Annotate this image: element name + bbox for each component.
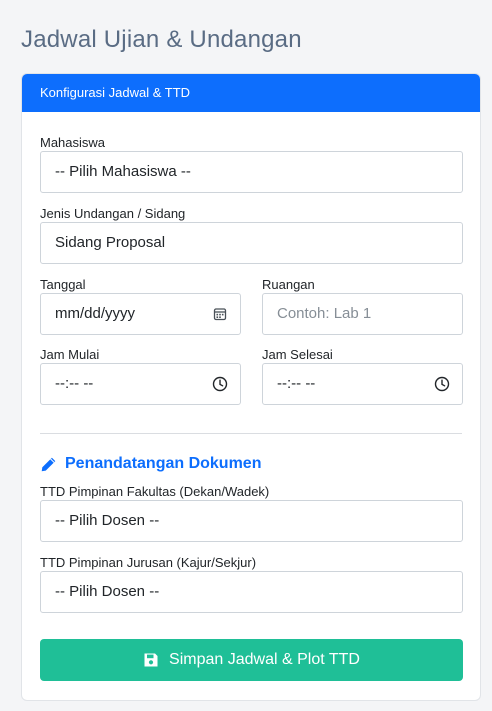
calendar-icon[interactable]: [212, 306, 228, 322]
ttd-fakultas-label: TTD Pimpinan Fakultas (Dekan/Wadek): [40, 484, 270, 499]
jam-mulai-input-placeholder: --:-- --: [55, 375, 94, 392]
jam-selesai-input[interactable]: --:-- --: [262, 363, 463, 405]
jam-mulai-input[interactable]: --:-- --: [40, 363, 241, 405]
signatures-title-text: Penandatangan Dokumen: [65, 455, 262, 472]
card-header: Konfigurasi Jadwal & TTD: [22, 74, 480, 112]
jam-selesai-label: Jam Selesai: [262, 347, 333, 362]
mahasiswa-select-value: -- Pilih Mahasiswa --: [55, 163, 191, 180]
jenis-select-value: Sidang Proposal: [55, 234, 166, 251]
signatures-section-title: Penandatangan Dokumen: [40, 455, 261, 473]
page: Jadwal Ujian & Undangan Konfigurasi Jadw…: [0, 0, 492, 711]
ruangan-input[interactable]: Contoh: Lab 1: [262, 293, 463, 335]
page-title: Jadwal Ujian & Undangan: [21, 26, 302, 53]
ruangan-label: Ruangan: [262, 277, 315, 292]
ttd-jurusan-select-value: -- Pilih Dosen --: [55, 583, 160, 600]
save-icon: [144, 653, 158, 667]
tanggal-label: Tanggal: [40, 277, 86, 292]
ttd-jurusan-label: TTD Pimpinan Jurusan (Kajur/Sekjur): [40, 555, 257, 570]
schedule-card: Konfigurasi Jadwal & TTD Mahasiswa -- Pi…: [21, 73, 481, 701]
jam-selesai-input-placeholder: --:-- --: [277, 375, 316, 392]
jam-mulai-label: Jam Mulai: [40, 347, 100, 362]
clock-icon[interactable]: [434, 376, 450, 392]
jenis-label: Jenis Undangan / Sidang: [40, 206, 186, 221]
clock-icon[interactable]: [212, 376, 228, 392]
ttd-jurusan-select[interactable]: -- Pilih Dosen --: [40, 571, 463, 613]
pencil-icon: [41, 457, 56, 471]
jenis-select[interactable]: Sidang Proposal: [40, 222, 463, 264]
tanggal-input[interactable]: mm/dd/yyyy: [40, 293, 241, 335]
ruangan-input-placeholder: Contoh: Lab 1: [277, 305, 372, 322]
mahasiswa-label: Mahasiswa: [40, 135, 106, 150]
save-button-label: Simpan Jadwal & Plot TTD: [169, 651, 360, 668]
ttd-fakultas-select[interactable]: -- Pilih Dosen --: [40, 500, 463, 542]
tanggal-input-placeholder: mm/dd/yyyy: [55, 305, 136, 322]
mahasiswa-select[interactable]: -- Pilih Mahasiswa --: [40, 151, 463, 193]
section-divider: [40, 433, 462, 434]
save-schedule-button[interactable]: Simpan Jadwal & Plot TTD: [40, 639, 463, 681]
ttd-fakultas-select-value: -- Pilih Dosen --: [55, 512, 160, 529]
